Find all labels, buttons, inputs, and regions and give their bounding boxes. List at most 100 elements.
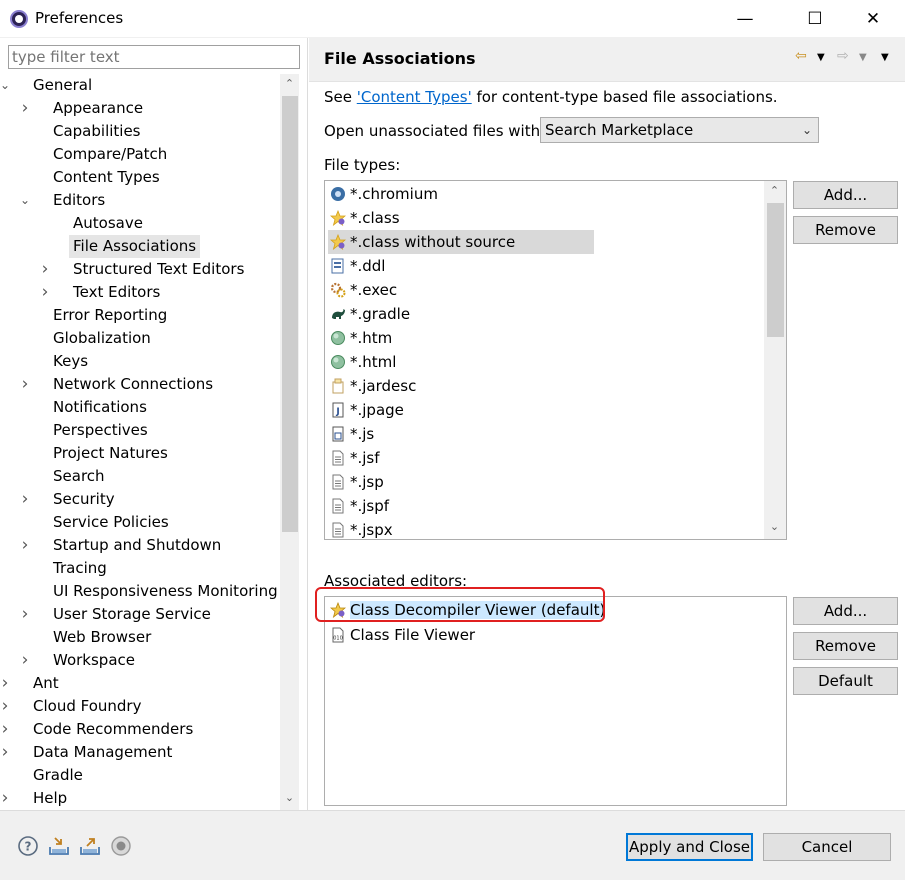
associated-editor-row[interactable]: 010 Class File Viewer — [328, 623, 475, 647]
tree-item[interactable]: Keys — [0, 350, 280, 373]
tree-item[interactable]: › Workspace — [0, 649, 280, 672]
cancel-button[interactable]: Cancel — [763, 833, 891, 861]
chevron-right-icon[interactable]: › — [0, 741, 12, 764]
tree-item[interactable]: › Security — [0, 488, 280, 511]
file-type-row[interactable]: *.jspx — [328, 518, 393, 539]
file-type-row[interactable]: *.htm — [328, 326, 392, 350]
apply-and-close-button[interactable]: Apply and Close — [626, 833, 753, 861]
tree-item[interactable]: › User Storage Service — [0, 603, 280, 626]
file-type-row[interactable]: *.jspf — [328, 494, 389, 518]
tree-item[interactable]: › Network Connections — [0, 373, 280, 396]
editor-add-button[interactable]: Add... — [793, 597, 898, 625]
tree-item[interactable]: Notifications — [0, 396, 280, 419]
chevron-right-icon[interactable]: › — [18, 373, 32, 396]
file-types-scrollbar-thumb[interactable] — [767, 203, 784, 337]
forward-menu-chevron-icon[interactable]: ▼ — [859, 52, 867, 63]
editor-default-button[interactable]: Default — [793, 667, 898, 695]
chevron-right-icon[interactable]: › — [38, 258, 52, 281]
chevron-right-icon[interactable]: › — [18, 649, 32, 672]
record-icon[interactable] — [110, 835, 132, 857]
chevron-right-icon[interactable]: › — [0, 695, 12, 718]
tree-item[interactable]: ⌄ Editors — [0, 189, 280, 212]
file-types-scrollbar[interactable]: ⌃ ⌄ — [764, 181, 786, 539]
associated-editors-list[interactable]: Class Decompiler Viewer (default) 010 Clas… — [324, 596, 787, 806]
file-type-row[interactable]: *.jsf — [328, 446, 380, 470]
tree-item[interactable]: Service Policies — [0, 511, 280, 534]
chevron-down-icon[interactable]: ⌄ — [0, 74, 12, 97]
tree-item[interactable]: Error Reporting — [0, 304, 280, 327]
tree-item[interactable]: Globalization — [0, 327, 280, 350]
tree-item[interactable]: Project Natures — [0, 442, 280, 465]
chevron-right-icon[interactable]: › — [18, 97, 32, 120]
file-type-row[interactable]: *.html — [328, 350, 396, 374]
chevron-right-icon[interactable]: › — [18, 488, 32, 511]
tree-item[interactable]: ⌄ General — [0, 74, 280, 97]
open-unassociated-select[interactable]: Search Marketplace ⌄ — [540, 117, 819, 143]
minimize-button[interactable]: — — [722, 0, 768, 38]
chevron-right-icon[interactable]: › — [0, 718, 12, 741]
chevron-right-icon[interactable]: › — [38, 281, 52, 304]
preferences-tree-panel: ⌄General›AppearanceCapabilitiesCompare/P… — [0, 38, 308, 810]
tree-item[interactable]: › Data Management — [0, 741, 280, 764]
chevron-right-icon[interactable]: › — [0, 787, 12, 810]
text-file-icon — [330, 497, 346, 514]
scroll-down-arrow-icon[interactable]: ⌄ — [280, 788, 299, 808]
file-type-row[interactable]: *.ddl — [328, 254, 385, 278]
scroll-up-arrow-icon[interactable]: ⌃ — [765, 181, 784, 201]
tree-item[interactable]: › Appearance — [0, 97, 280, 120]
tree-item[interactable]: › Code Recommenders — [0, 718, 280, 741]
chevron-right-icon[interactable]: › — [0, 672, 12, 695]
file-type-row[interactable]: J *.jpage — [328, 398, 404, 422]
view-menu-icon[interactable]: ▼ — [881, 52, 889, 63]
scroll-up-arrow-icon[interactable]: ⌃ — [280, 74, 299, 94]
scroll-down-arrow-icon[interactable]: ⌄ — [765, 517, 784, 537]
file-type-row[interactable]: *.jardesc — [328, 374, 416, 398]
file-type-row[interactable]: *.js — [328, 422, 374, 446]
tree-item[interactable]: › Ant — [0, 672, 280, 695]
import-icon[interactable] — [48, 835, 70, 857]
tree-item[interactable]: Content Types — [0, 166, 280, 189]
tree-item[interactable]: Compare/Patch — [0, 143, 280, 166]
tree-item[interactable]: › Help — [0, 787, 280, 810]
tree-item[interactable]: UI Responsiveness Monitoring — [0, 580, 280, 603]
tree-item[interactable]: › Cloud Foundry — [0, 695, 280, 718]
file-type-row[interactable]: *.class — [328, 206, 400, 230]
tree-item[interactable]: Search — [0, 465, 280, 488]
filter-input[interactable] — [8, 45, 300, 69]
file-types-list[interactable]: *.chromium *.class *.class without source *… — [324, 180, 787, 540]
file-type-label: *.chromium — [350, 185, 438, 203]
close-button[interactable]: ✕ — [850, 0, 896, 38]
tree-item[interactable]: Web Browser — [0, 626, 280, 649]
back-arrow-icon[interactable]: ⇦ — [795, 48, 807, 64]
chevron-right-icon[interactable]: › — [18, 534, 32, 557]
tree-item[interactable]: Capabilities — [0, 120, 280, 143]
file-type-row[interactable]: *.exec — [328, 278, 397, 302]
back-menu-chevron-icon[interactable]: ▼ — [817, 52, 825, 63]
tree-scrollbar[interactable]: ⌃ ⌄ — [280, 74, 299, 810]
file-type-row[interactable]: *.jsp — [328, 470, 384, 494]
file-type-row[interactable]: *.gradle — [328, 302, 410, 326]
svg-text:J: J — [335, 407, 339, 417]
tree-scrollbar-thumb[interactable] — [282, 96, 298, 532]
forward-arrow-icon[interactable]: ⇨ — [837, 48, 849, 64]
tree-item[interactable]: Tracing — [0, 557, 280, 580]
maximize-button[interactable]: ☐ — [792, 0, 838, 38]
tree-item[interactable]: Gradle — [0, 764, 280, 787]
content-types-link[interactable]: 'Content Types' — [357, 88, 472, 106]
chevron-right-icon[interactable]: › — [18, 603, 32, 626]
file-type-remove-button[interactable]: Remove — [793, 216, 898, 244]
file-type-add-button[interactable]: Add... — [793, 181, 898, 209]
editor-remove-button[interactable]: Remove — [793, 632, 898, 660]
tree-item[interactable]: Perspectives — [0, 419, 280, 442]
file-type-row[interactable]: *.class without source — [328, 230, 594, 254]
chevron-down-icon[interactable]: ⌄ — [18, 189, 32, 212]
tree-item[interactable]: › Startup and Shutdown — [0, 534, 280, 557]
help-icon[interactable]: ? — [17, 835, 39, 857]
file-type-row[interactable]: *.chromium — [328, 182, 438, 206]
tree-item[interactable]: › Structured Text Editors — [0, 258, 280, 281]
export-icon[interactable] — [79, 835, 101, 857]
tree-item[interactable]: Autosave — [0, 212, 280, 235]
tree-item[interactable]: File Associations — [0, 235, 280, 258]
tree-item[interactable]: › Text Editors — [0, 281, 280, 304]
tree-item-label: User Storage Service — [53, 605, 211, 623]
